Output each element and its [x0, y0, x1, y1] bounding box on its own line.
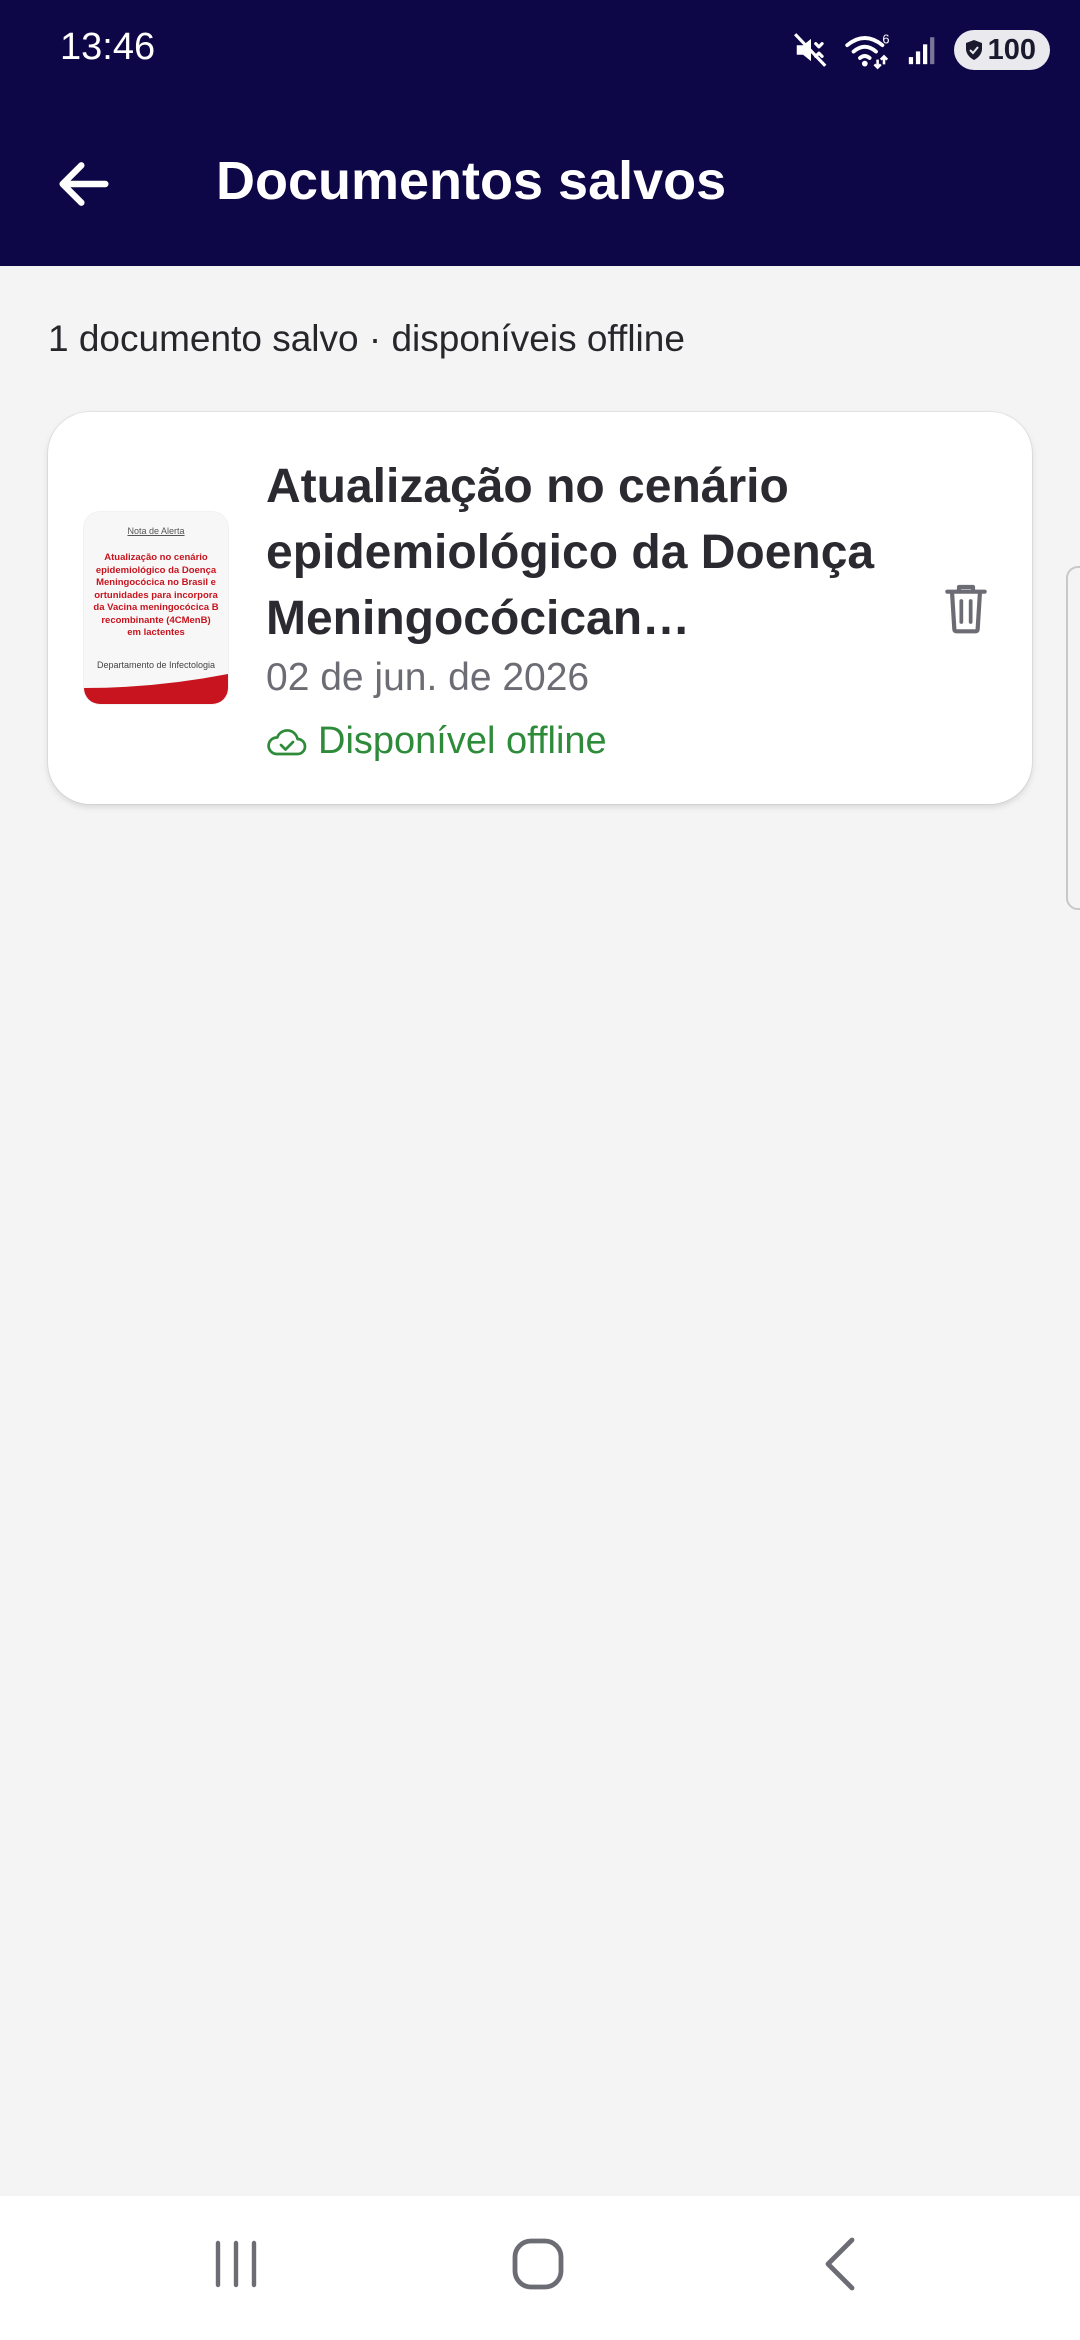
- thumbnail-body: Atualização no cenário epidemiológico da…: [93, 552, 219, 638]
- page-title: Documentos salvos: [216, 151, 727, 211]
- document-date: 02 de jun. de 2026: [266, 656, 590, 699]
- thumbnail-department: Departamento de Infectologia: [96, 660, 216, 670]
- saved-documents-screen: 13:46 6 100 Documentos salvos 1 document…: [0, 0, 1080, 2340]
- battery-level: 100: [987, 33, 1036, 66]
- status-time: 13:46: [60, 26, 156, 68]
- document-title[interactable]: Atualização no cenário epidemiológico da…: [266, 454, 946, 652]
- home-button[interactable]: [488, 2224, 588, 2304]
- recents-button[interactable]: [186, 2224, 286, 2304]
- saved-count-summary: 1 documento salvo · disponíveis offline: [48, 318, 685, 359]
- wifi-icon: 6: [844, 32, 889, 70]
- document-card[interactable]: Nota de Alerta Atualização no cenário ep…: [48, 412, 1032, 804]
- document-thumbnail: Nota de Alerta Atualização no cenário ep…: [84, 512, 228, 704]
- status-icons: 6 100: [792, 26, 1050, 74]
- battery-indicator: 100: [953, 30, 1050, 70]
- svg-text:6: 6: [882, 32, 889, 47]
- thumbnail-label: Nota de Alerta: [127, 526, 185, 536]
- system-back-button[interactable]: [790, 2224, 890, 2304]
- thumbnail-red-band: [84, 674, 228, 704]
- delete-document-button[interactable]: [936, 578, 996, 638]
- scroll-indicator[interactable]: [1066, 566, 1080, 910]
- home-icon: [512, 2238, 564, 2290]
- back-button[interactable]: [52, 152, 116, 216]
- trash-icon: [945, 584, 987, 634]
- shield-icon: [965, 40, 982, 60]
- back-chevron-icon: [825, 2237, 855, 2291]
- app-header: 13:46 6 100 Documentos salvos: [0, 0, 1080, 266]
- offline-status-label: Disponível offline: [318, 720, 607, 762]
- arrow-left-icon: [59, 162, 109, 206]
- system-navigation-bar: [0, 2196, 1080, 2340]
- cloud-check-icon: [267, 728, 307, 755]
- offline-status: Disponível offline: [266, 720, 607, 763]
- recents-icon: [215, 2240, 257, 2288]
- signal-icon: [908, 37, 934, 65]
- mute-icon: [793, 33, 827, 67]
